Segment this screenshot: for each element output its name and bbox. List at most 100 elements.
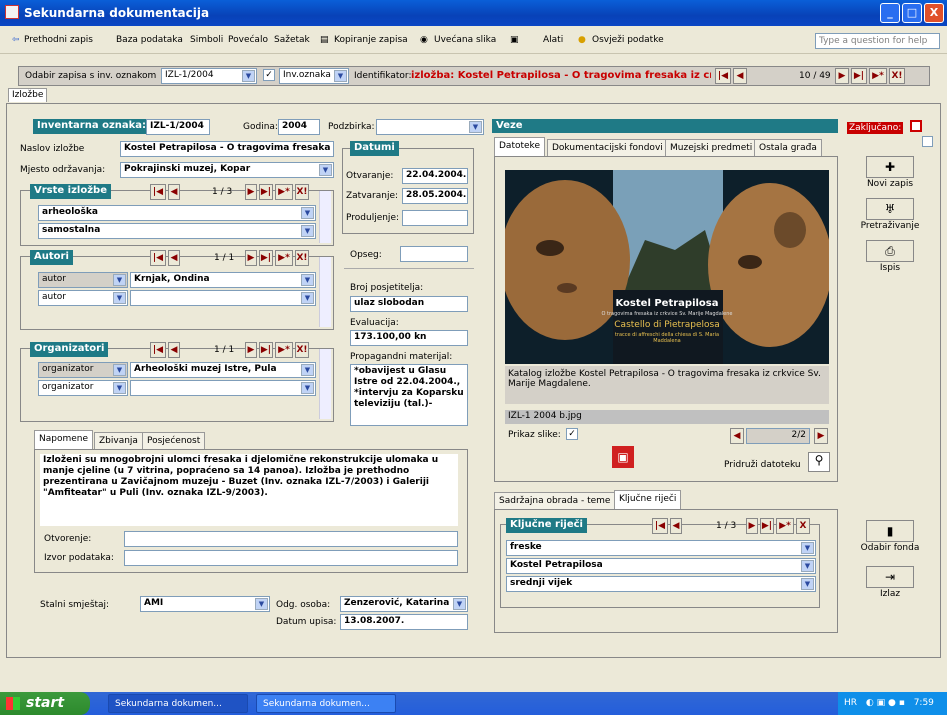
menu-baza[interactable]: Baza podataka bbox=[116, 35, 183, 45]
evaluacija-field[interactable]: 173.100,00 kn bbox=[350, 330, 468, 346]
field-select[interactable]: Inv.oznaka ▼ bbox=[279, 68, 349, 84]
org-last-button[interactable]: ▶| bbox=[259, 342, 273, 358]
new-record-icon[interactable]: ✚ bbox=[866, 156, 914, 178]
godina-field[interactable]: 2004 bbox=[278, 119, 320, 135]
vrste-prev-button[interactable]: ◀ bbox=[168, 184, 180, 200]
tab-zbivanja[interactable]: Zbivanja bbox=[94, 432, 143, 449]
tab-muzejski[interactable]: Muzejski predmeti bbox=[665, 139, 758, 156]
oznaka-select[interactable]: IZL-1/2004 ▼ bbox=[161, 68, 257, 84]
last-record-button[interactable]: ▶| bbox=[851, 68, 867, 84]
minimize-button[interactable]: _ bbox=[880, 3, 900, 23]
smjestaj-select[interactable]: AMI ▼ bbox=[140, 596, 270, 612]
vrste-delete-button[interactable]: X! bbox=[295, 184, 309, 200]
kljucne-new-button[interactable]: ▶* bbox=[776, 518, 794, 534]
menu-sazetak[interactable]: Sažetak bbox=[274, 35, 310, 45]
kljucne-prev-button[interactable]: ◀ bbox=[670, 518, 682, 534]
binoculars-icon[interactable]: ♅ bbox=[866, 198, 914, 220]
tab-posjecenost[interactable]: Posjećenost bbox=[142, 432, 206, 449]
kljucne-delete-button[interactable]: X bbox=[796, 518, 810, 534]
vrste-scrollbar[interactable] bbox=[319, 191, 331, 243]
tab-dokumentacijski[interactable]: Dokumentacijski fondovi bbox=[547, 139, 668, 156]
kljucne-last-button[interactable]: ▶| bbox=[760, 518, 774, 534]
autori-last-button[interactable]: ▶| bbox=[259, 250, 273, 266]
tab-datoteke[interactable]: Datoteke bbox=[494, 137, 545, 156]
odg-select[interactable]: Zenzerović, Katarina ▼ bbox=[340, 596, 468, 612]
org-role-2[interactable]: organizator ▼ bbox=[38, 380, 128, 396]
org-role-1[interactable]: organizator ▼ bbox=[38, 362, 128, 378]
izvor-field[interactable] bbox=[124, 550, 458, 566]
broj-field[interactable]: ulaz slobodan bbox=[350, 296, 468, 312]
close-button[interactable]: X bbox=[924, 3, 944, 23]
attach-search-icon[interactable]: ⚲ bbox=[808, 452, 830, 472]
prikaz-checkbox[interactable]: ✓ bbox=[566, 428, 578, 440]
taskbar-item-1[interactable]: Sekundarna dokumen... bbox=[108, 694, 248, 713]
org-scrollbar[interactable] bbox=[319, 349, 331, 419]
propag-field[interactable]: *obavijest u Glasu Istre od 22.04.2004.,… bbox=[350, 364, 468, 426]
datum-field[interactable]: 13.08.2007. bbox=[340, 614, 468, 630]
delete-record-button[interactable]: X! bbox=[889, 68, 905, 84]
tab-ostala[interactable]: Ostala građa bbox=[754, 139, 822, 156]
autori-first-button[interactable]: |◀ bbox=[150, 250, 166, 266]
otvaranje-field[interactable]: 22.04.2004. bbox=[402, 168, 468, 184]
autor-role-2[interactable]: autor ▼ bbox=[38, 290, 128, 306]
menu-kopiranje[interactable]: Kopiranje zapisa bbox=[334, 35, 408, 45]
autori-scrollbar[interactable] bbox=[319, 257, 331, 327]
vrste-last-button[interactable]: ▶| bbox=[259, 184, 273, 200]
new-record-button[interactable]: ▶* bbox=[869, 68, 887, 84]
kljucne-first-button[interactable]: |◀ bbox=[652, 518, 668, 534]
menu-prethodni[interactable]: Prethodni zapis bbox=[24, 35, 93, 45]
autori-delete-button[interactable]: X! bbox=[295, 250, 309, 266]
taskbar-item-2[interactable]: Sekundarna dokumen... bbox=[256, 694, 396, 713]
menu-simboli[interactable]: Simboli bbox=[190, 35, 223, 45]
org-name-2[interactable]: ▼ bbox=[130, 380, 316, 396]
kljucna-item-3[interactable]: srednji vijek ▼ bbox=[506, 576, 816, 592]
autor-name-2[interactable]: ▼ bbox=[130, 290, 316, 306]
produljenje-field[interactable] bbox=[402, 210, 468, 226]
fond-icon[interactable]: ▮ bbox=[866, 520, 914, 542]
printer-icon[interactable]: ⎙ bbox=[866, 240, 914, 262]
tab-izlozbe[interactable]: Izložbe bbox=[8, 88, 48, 102]
lang-indicator[interactable]: HR bbox=[844, 698, 857, 708]
org-prev-button[interactable]: ◀ bbox=[168, 342, 180, 358]
maximize-button[interactable]: □ bbox=[902, 3, 922, 23]
help-search-input[interactable]: Type a question for help bbox=[815, 33, 940, 49]
open-file-icon[interactable]: ▣ bbox=[612, 446, 634, 468]
first-record-button[interactable]: |◀ bbox=[715, 68, 731, 84]
zatvaranje-field[interactable]: 28.05.2004. bbox=[402, 188, 468, 204]
image-prev-button[interactable]: ◀ bbox=[730, 428, 744, 444]
prev-record-button[interactable]: ◀ bbox=[733, 68, 747, 84]
exit-door-icon[interactable]: ⇥ bbox=[866, 566, 914, 588]
naslov-field[interactable]: Kostel Petrapilosa - O tragovima fresaka bbox=[120, 141, 334, 157]
inv-field[interactable]: IZL-1/2004 bbox=[146, 119, 210, 135]
org-new-button[interactable]: ▶* bbox=[275, 342, 293, 358]
vrste-first-button[interactable]: |◀ bbox=[150, 184, 166, 200]
menu-uvecana[interactable]: Uvećana slika bbox=[434, 35, 496, 45]
next-record-button[interactable]: ▶ bbox=[835, 68, 849, 84]
vrste-item-1[interactable]: arheološka ▼ bbox=[38, 205, 316, 221]
otvorenje-field[interactable] bbox=[124, 531, 458, 547]
org-name-1[interactable]: Arheološki muzej Istre, Pula ▼ bbox=[130, 362, 316, 378]
autori-prev-button[interactable]: ◀ bbox=[168, 250, 180, 266]
napomene-field[interactable]: Izloženi su mnogobrojni ulomci fresaka i… bbox=[40, 454, 458, 526]
org-next-button[interactable]: ▶ bbox=[245, 342, 257, 358]
opseg-field[interactable] bbox=[400, 246, 468, 262]
vrste-new-button[interactable]: ▶* bbox=[275, 184, 293, 200]
kljucna-item-1[interactable]: freske ▼ bbox=[506, 540, 816, 556]
autori-new-button[interactable]: ▶* bbox=[275, 250, 293, 266]
menu-alati[interactable]: Alati bbox=[543, 35, 563, 45]
autor-name-1[interactable]: Krnjak, Ondina ▼ bbox=[130, 272, 316, 288]
tab-kljucne[interactable]: Ključne riječi bbox=[614, 490, 682, 509]
tab-napomene[interactable]: Napomene bbox=[34, 430, 94, 449]
menu-osvjezi[interactable]: Osvježi podatke bbox=[592, 35, 664, 45]
autor-role-1[interactable]: autor ▼ bbox=[38, 272, 128, 288]
back-arrow-icon[interactable]: ⇦ bbox=[12, 35, 20, 45]
tab-sadrzajna[interactable]: Sadržajna obrada - teme bbox=[494, 492, 616, 509]
kljucne-next-button[interactable]: ▶ bbox=[746, 518, 758, 534]
podzbirka-select[interactable]: ▼ bbox=[376, 119, 484, 135]
mjesto-select[interactable]: Pokrajinski muzej, Kopar ▼ bbox=[120, 162, 334, 178]
menu-povecalo[interactable]: Povećalo bbox=[228, 35, 268, 45]
kljucna-item-2[interactable]: Kostel Petrapilosa ▼ bbox=[506, 558, 816, 574]
vrste-next-button[interactable]: ▶ bbox=[245, 184, 257, 200]
secondary-checkbox[interactable] bbox=[922, 136, 933, 147]
vrste-item-2[interactable]: samostalna ▼ bbox=[38, 223, 316, 239]
